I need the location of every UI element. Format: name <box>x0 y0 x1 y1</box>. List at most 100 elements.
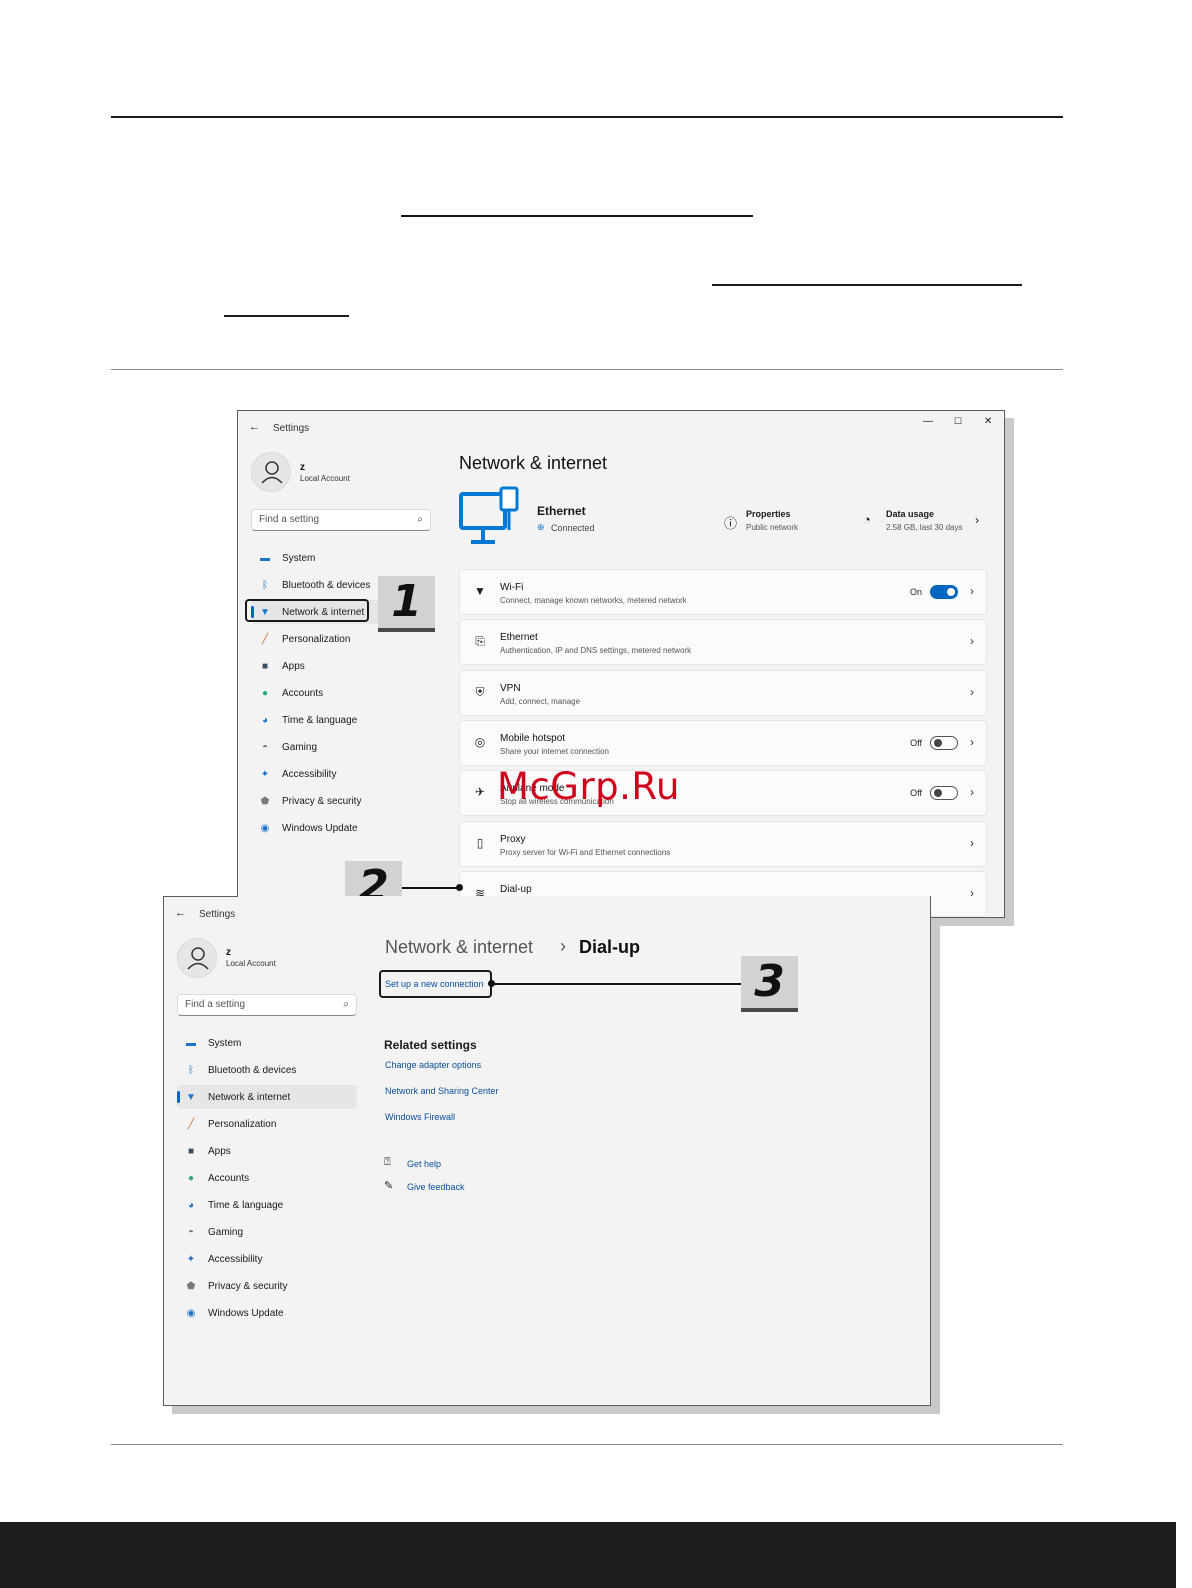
top-rule <box>111 116 1063 118</box>
person-icon <box>261 461 283 484</box>
card-title: VPN <box>500 682 521 694</box>
sidebar-item-label: Apps <box>208 1145 231 1157</box>
globe-clock-icon: ◕ <box>187 1199 195 1211</box>
sidebar-item-time-language[interactable]: ◕ Time & language <box>177 1193 357 1217</box>
card-title: Dial-up <box>500 883 532 895</box>
globe-icon: ⊕ <box>537 522 545 532</box>
user-name: z <box>300 462 305 473</box>
sidebar-item-label: Windows Update <box>208 1307 284 1319</box>
sidebar-item-windows-update[interactable]: ◉ Windows Update <box>251 816 431 840</box>
card-proxy[interactable]: ▯ Proxy Proxy server for Wi-Fi and Etherne… <box>459 820 987 867</box>
maximize-button[interactable]: ☐ <box>954 416 962 427</box>
top-settings-window: ← Settings — ☐ ✕ z Local Account Find a … <box>237 410 1005 918</box>
sidebar-item-label: Time & language <box>208 1199 284 1211</box>
data-usage-icon: ◔ <box>863 512 871 527</box>
windows-firewall-link[interactable]: Windows Firewall <box>385 1112 455 1122</box>
give-feedback-link[interactable]: Give feedback <box>407 1182 465 1192</box>
sidebar-item-privacy-security[interactable]: ⬟ Privacy & security <box>177 1274 357 1298</box>
toggle-switch[interactable] <box>930 585 958 599</box>
sharing-center-link[interactable]: Network and Sharing Center <box>385 1086 499 1096</box>
user-account-type: Local Account <box>226 959 276 968</box>
search-input[interactable]: Find a setting ⌕ <box>251 509 431 531</box>
search-input[interactable]: Find a setting ⌕ <box>177 994 357 1016</box>
card-ethernet[interactable]: ⎘ Ethernet Authentication, IP and DNS sett… <box>459 619 987 666</box>
card-mobile-hotspot[interactable]: ◎ Mobile hotspot Share your internet conne… <box>459 719 987 766</box>
ethernet-status: Connected <box>551 523 595 533</box>
chevron-right-icon[interactable]: › <box>975 513 979 527</box>
chevron-right-icon[interactable]: › <box>970 584 974 598</box>
sidebar-item-label: Accounts <box>282 687 324 699</box>
toggle-knob <box>934 738 942 747</box>
sidebar-item-system[interactable]: ▬ System <box>177 1031 357 1055</box>
accessibility-icon: ✦ <box>186 1253 196 1265</box>
toggle-switch[interactable] <box>930 786 958 801</box>
sidebar-item-privacy-security[interactable]: ⬟ Privacy & security <box>251 789 431 813</box>
chevron-right-icon[interactable]: › <box>970 785 974 799</box>
person-icon: ● <box>261 687 269 699</box>
sidebar-item-label: Accounts <box>208 1172 250 1184</box>
brush-icon: ╱ <box>187 1118 195 1130</box>
chevron-right-icon[interactable]: › <box>970 634 974 648</box>
sidebar-item-accounts[interactable]: ● Accounts <box>251 681 431 705</box>
setup-highlight-box <box>379 970 492 998</box>
chevron-right-icon[interactable]: › <box>970 836 974 850</box>
sidebar-item-label: Personalization <box>208 1118 277 1130</box>
properties-title[interactable]: Properties <box>746 509 791 519</box>
blank-underline-1 <box>401 215 753 217</box>
help-icon: ⍰ <box>384 1156 391 1168</box>
change-adapter-link[interactable]: Change adapter options <box>385 1060 481 1070</box>
sidebar-item-accessibility[interactable]: ✦ Accessibility <box>177 1247 357 1271</box>
gamepad-icon: ◓ <box>261 741 269 753</box>
bottom-settings-window: ← Settings z Local Account Find a settin… <box>163 896 931 1406</box>
get-help-link[interactable]: Get help <box>407 1159 441 1169</box>
properties-sub: Public network <box>746 523 799 532</box>
sidebar-item-apps[interactable]: ■ Apps <box>177 1139 357 1163</box>
breadcrumb-parent[interactable]: Network & internet <box>385 937 533 958</box>
back-arrow-icon[interactable]: ← <box>175 907 186 919</box>
search-placeholder: Find a setting <box>185 999 246 1010</box>
wifi-icon: ▼ <box>474 584 486 598</box>
hotspot-icon: ◎ <box>474 734 486 749</box>
sidebar-item-label: Privacy & security <box>282 795 362 807</box>
sidebar-item-time-language[interactable]: ◕ Time & language <box>251 708 431 732</box>
related-settings-heading: Related settings <box>384 1038 477 1052</box>
sidebar-item-gaming[interactable]: ◓ Gaming <box>251 735 431 759</box>
callout-connector-3 <box>492 983 742 985</box>
window-title: Settings <box>273 423 310 434</box>
avatar[interactable] <box>251 452 291 492</box>
sidebar-item-label: System <box>208 1037 242 1049</box>
avatar[interactable] <box>177 938 217 978</box>
data-usage-title[interactable]: Data usage <box>886 509 934 519</box>
sidebar-item-personalization[interactable]: ╱ Personalization <box>177 1112 357 1136</box>
blank-underline-3 <box>224 315 349 317</box>
page-title: Network & internet <box>459 453 608 473</box>
card-subtitle: Add, connect, manage <box>500 696 581 706</box>
search-icon: ⌕ <box>343 999 349 1010</box>
toggle-switch[interactable] <box>930 735 958 750</box>
sidebar-item-label: Accessibility <box>208 1253 263 1265</box>
card-vpn[interactable]: ⛨ VPN Add, connect, manage › <box>459 669 987 716</box>
card-wi-fi[interactable]: ▼ Wi-Fi Connect, manage known networks, me… <box>459 569 987 615</box>
sidebar-item-label: System <box>282 552 316 564</box>
chevron-right-icon[interactable]: › <box>970 685 974 699</box>
toggle-knob <box>934 789 942 798</box>
sidebar-item-apps[interactable]: ■ Apps <box>251 654 431 678</box>
sidebar-item-system[interactable]: ▬ System <box>251 546 431 570</box>
sidebar-item-network-internet[interactable]: ▼ Network & internet <box>177 1085 357 1109</box>
sidebar-item-gaming[interactable]: ◓ Gaming <box>177 1220 357 1244</box>
ethernet-monitor-icon <box>459 486 519 544</box>
sidebar-item-label: Bluetooth & devices <box>208 1064 297 1076</box>
chevron-right-icon[interactable]: › <box>970 886 974 900</box>
sidebar-item-windows-update[interactable]: ◉ Windows Update <box>177 1301 357 1325</box>
minimize-button[interactable]: — <box>923 416 933 427</box>
sidebar-item-accounts[interactable]: ● Accounts <box>177 1166 357 1190</box>
toggle-state-label: Off <box>910 788 922 799</box>
close-button[interactable]: ✕ <box>984 416 992 427</box>
back-arrow-icon[interactable]: ← <box>249 421 260 433</box>
chevron-right-icon[interactable]: › <box>970 735 974 749</box>
update-icon: ◉ <box>186 1307 196 1319</box>
sidebar-item-accessibility[interactable]: ✦ Accessibility <box>251 762 431 786</box>
sidebar-item-label: Apps <box>282 660 305 672</box>
sidebar-item-bluetooth-devices[interactable]: ᛒ Bluetooth & devices <box>177 1058 357 1082</box>
bottom-rule <box>111 1444 1063 1445</box>
